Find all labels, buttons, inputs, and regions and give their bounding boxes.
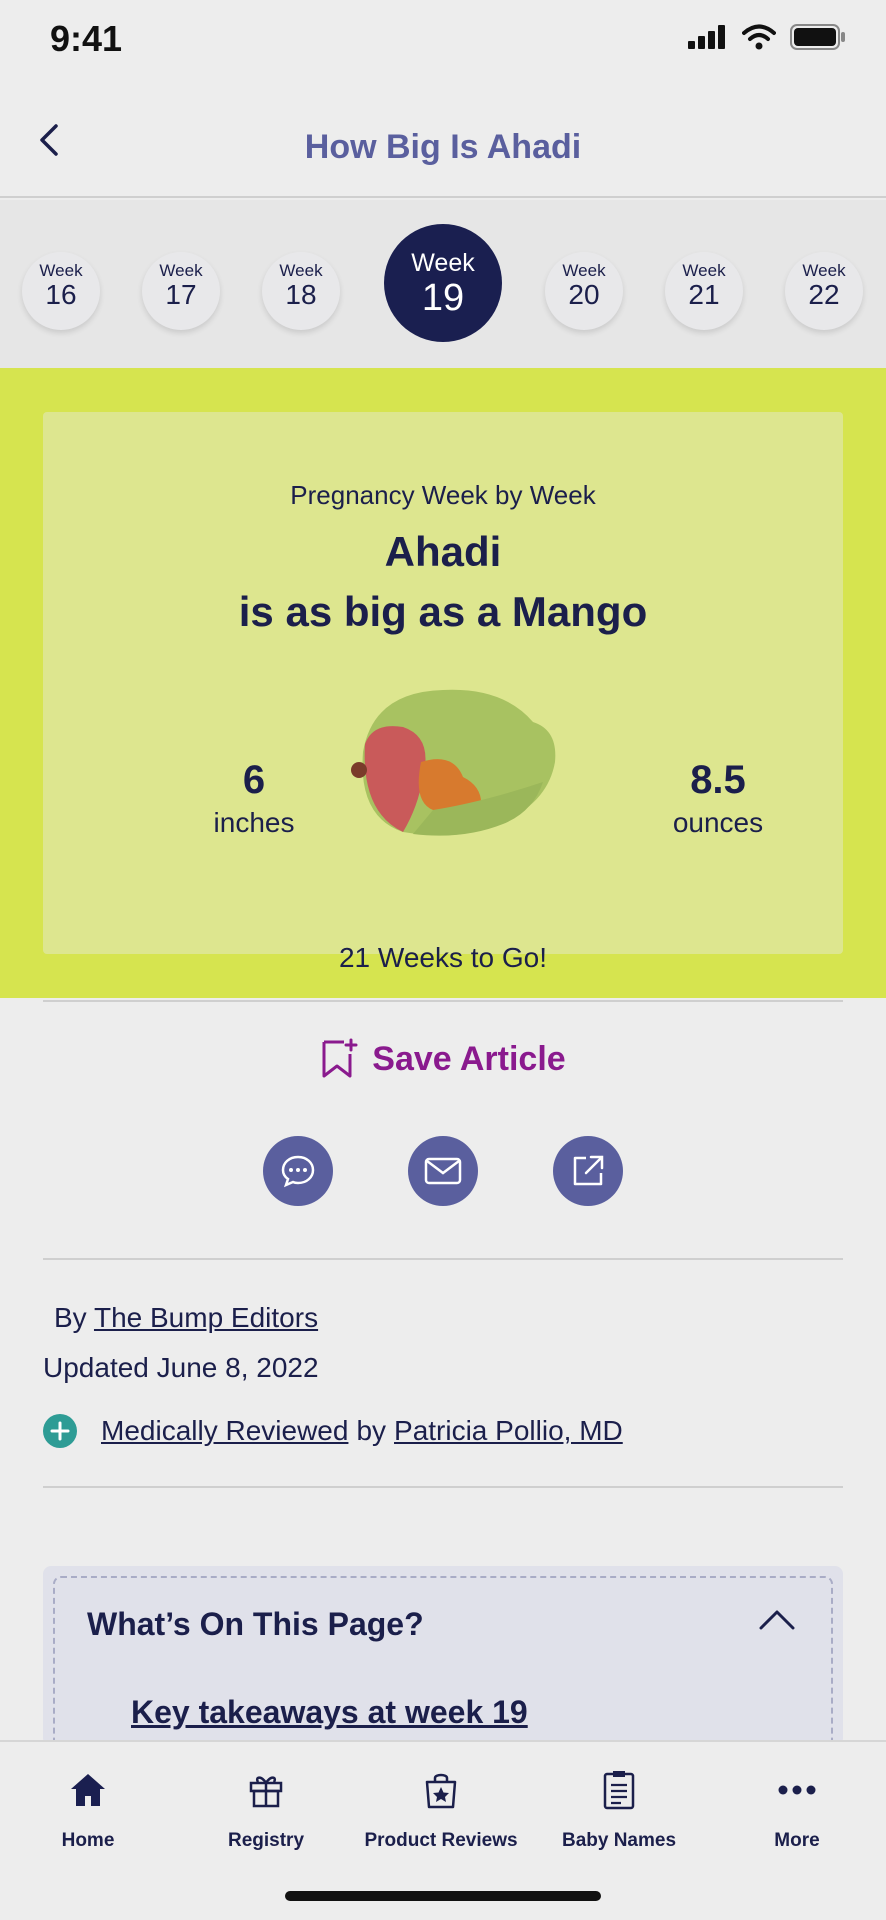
bookmark-plus-icon [322, 1038, 358, 1078]
reviewed-by-label: by [356, 1415, 387, 1446]
week-20-button[interactable]: Week 20 [545, 252, 623, 330]
tab-label: More [774, 1830, 820, 1851]
divider [43, 1258, 843, 1260]
week-label: Week [279, 261, 323, 280]
medical-review-line: Medically Reviewed by Patricia Pollio, M… [43, 1414, 623, 1448]
tab-baby-names[interactable]: Baby Names [534, 1766, 704, 1852]
tab-label: Product Reviews [364, 1830, 518, 1851]
week-label: Week [562, 261, 606, 280]
author-link[interactable]: The Bump Editors [94, 1302, 318, 1333]
week-number: 18 [285, 279, 317, 310]
tab-label: Registry [227, 1830, 305, 1851]
week-18-button[interactable]: Week 18 [262, 252, 340, 330]
week-label: Week [39, 261, 83, 280]
week-17-button[interactable]: Week 17 [142, 252, 220, 330]
weight-unit: ounces [672, 807, 764, 838]
week-16-button[interactable]: Week 16 [22, 252, 100, 330]
clipboard-list-icon [603, 1771, 635, 1810]
week-number: 21 [688, 279, 720, 310]
wifi-icon [742, 24, 776, 50]
external-share-icon [573, 1155, 604, 1186]
tab-more[interactable]: More [712, 1766, 882, 1852]
mango-illustration [351, 689, 556, 836]
divider [43, 1000, 843, 1002]
size-hero-banner: Pregnancy Week by Week Ahadi is as big a… [0, 368, 886, 998]
length-stat: 6 inches [154, 758, 354, 839]
length-value: 6 [242, 758, 266, 802]
week-label: Week [802, 261, 846, 280]
tab-label: Baby Names [561, 1830, 677, 1851]
gift-icon [249, 1776, 283, 1808]
byline: By The Bump Editors [54, 1302, 318, 1334]
week-label: Week [411, 249, 475, 277]
size-card: Pregnancy Week by Week Ahadi is as big a… [43, 412, 843, 973]
home-indicator [285, 1891, 601, 1901]
status-icons [688, 24, 846, 50]
week-number: 19 [421, 277, 465, 319]
week-number: 20 [568, 279, 600, 310]
tab-product-reviews[interactable]: Product Reviews [356, 1766, 526, 1852]
status-time: 9:41 [50, 18, 123, 59]
hero-kicker: Pregnancy Week by Week [290, 480, 596, 510]
week-21-button[interactable]: Week 21 [665, 252, 743, 330]
weeks-to-go: 21 Weeks to Go! [338, 942, 548, 973]
email-share-button[interactable] [408, 1136, 478, 1206]
chevron-up-icon[interactable] [757, 1604, 797, 1634]
by-label: By [54, 1302, 87, 1333]
baby-name: Ahadi [384, 528, 502, 575]
chat-bubble-icon [281, 1155, 315, 1188]
table-of-contents: What’s On This Page? Key takeaways at we… [43, 1566, 843, 1746]
signal-icon [688, 25, 725, 49]
week-label: Week [682, 261, 726, 280]
size-comparison: is as big as a Mango [238, 588, 648, 635]
share-actions [0, 1136, 886, 1206]
divider [43, 1486, 843, 1488]
toc-title: What’s On This Page? [87, 1606, 424, 1642]
external-share-button[interactable] [553, 1136, 623, 1206]
weight-value: 8.5 [690, 758, 746, 802]
week-number: 22 [808, 279, 840, 310]
updated-date: Updated June 8, 2022 [43, 1352, 319, 1383]
status-bar: 9:41 [0, 0, 886, 80]
medically-reviewed-link[interactable]: Medically Reviewed [101, 1415, 348, 1447]
length-unit: inches [213, 807, 295, 838]
tab-registry[interactable]: Registry [181, 1766, 351, 1852]
tab-home[interactable]: Home [3, 1766, 173, 1852]
week-number: 16 [45, 279, 77, 310]
week-22-button[interactable]: Week 22 [785, 252, 863, 330]
toc-link-key-takeaways[interactable]: Key takeaways at week 19 [131, 1694, 528, 1731]
week-selector: Week 16 Week 17 Week 18 Week 19 Week 20 … [0, 200, 886, 368]
shopping-bag-star-icon [425, 1773, 457, 1809]
save-article-label: Save Article [372, 1039, 566, 1078]
page-title: How Big Is Ahadi [304, 128, 582, 166]
week-number: 17 [165, 279, 197, 310]
tab-label: Home [61, 1830, 115, 1851]
more-dots-icon [778, 1785, 816, 1795]
battery-icon [790, 24, 845, 50]
mail-icon [424, 1157, 462, 1185]
home-icon [71, 1774, 105, 1806]
medical-plus-icon [43, 1414, 77, 1448]
nav-header: How Big Is Ahadi [0, 80, 886, 198]
chat-share-button[interactable] [263, 1136, 333, 1206]
week-19-button-active[interactable]: Week 19 [384, 224, 502, 342]
week-label: Week [159, 261, 203, 280]
save-article-button[interactable]: Save Article [0, 1038, 886, 1080]
weight-stat: 8.5 ounces [618, 758, 818, 839]
reviewer-link[interactable]: Patricia Pollio, MD [394, 1415, 623, 1447]
